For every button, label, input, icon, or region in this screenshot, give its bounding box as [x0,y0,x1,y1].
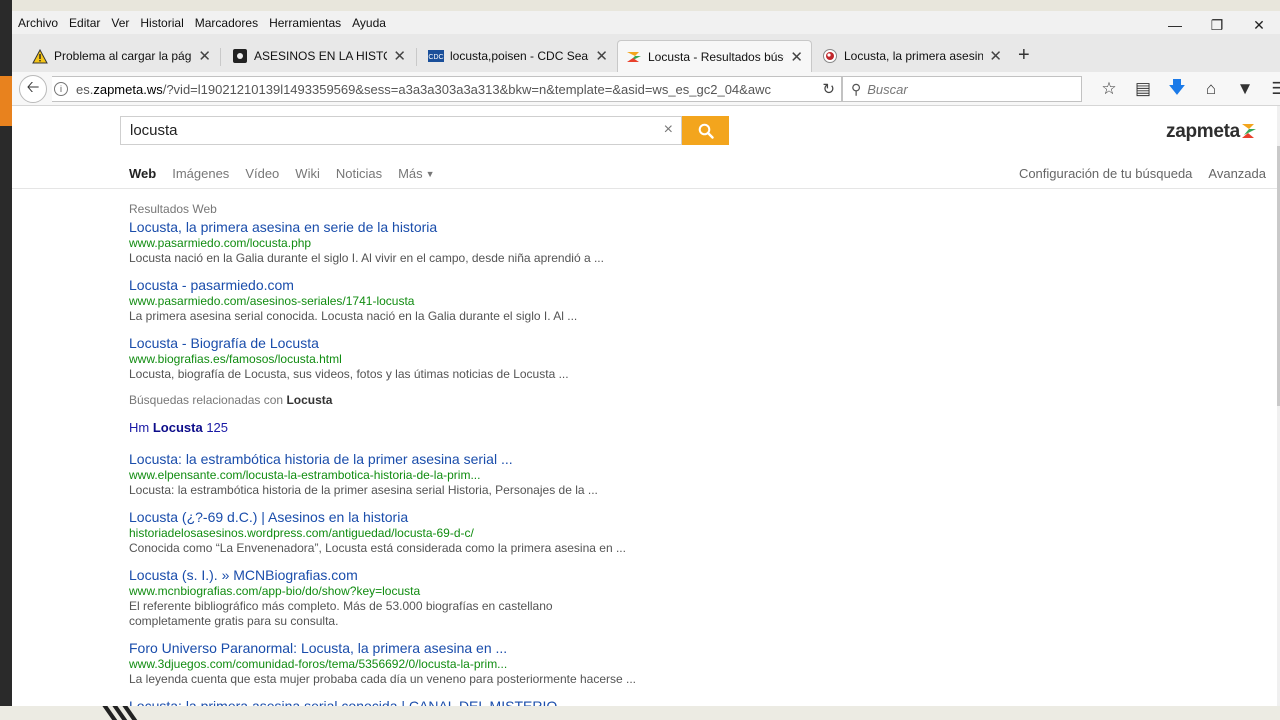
result-item: Locusta (¿?-69 d.C.) | Asesinos en la hi… [129,509,729,556]
tab-mas[interactable]: Más ▼ [398,166,434,181]
tab-noticias[interactable]: Noticias [336,166,382,181]
related-searches-label: Búsquedas relacionadas con Locusta [129,393,333,407]
menu-bar: Archivo Editar Ver Historial Marcadores … [12,11,1280,34]
pocket-icon[interactable]: ▼ [1228,79,1262,99]
result-title-link[interactable]: Foro Universo Paranormal: Locusta, la pr… [129,640,729,657]
back-arrow-icon[interactable]: 🡠 [19,75,47,103]
result-url[interactable]: historiadelosasesinos.wordpress.com/anti… [129,526,729,541]
caret-down-icon: ▼ [425,169,435,179]
new-tab-plus-icon[interactable]: + [1018,44,1030,67]
result-title-link[interactable]: Locusta: la primera asesina serial conoc… [129,698,729,706]
result-item: Foro Universo Paranormal: Locusta, la pr… [129,640,729,687]
result-item: Locusta (s. I.). » MCNBiografias.com www… [129,567,729,629]
close-tab-icon[interactable]: ✕ [595,47,608,65]
tab-bar: Problema al cargar la página ✕ ASESINOS … [12,34,1280,72]
browser-window: Archivo Editar Ver Historial Marcadores … [12,11,1280,706]
search-button[interactable] [682,116,729,145]
result-url[interactable]: www.3djuegos.com/comunidad-foros/tema/53… [129,657,729,672]
result-snippet: La primera asesina serial conocida. Locu… [129,309,578,323]
tab-separator [220,48,221,66]
result-item: Locusta - Biografía de Locusta www.biogr… [129,335,729,382]
result-url[interactable]: www.elpensante.com/locusta-la-estramboti… [129,468,729,483]
reload-icon[interactable]: ↻ [822,80,835,98]
result-title-link[interactable]: Locusta - Biografía de Locusta [129,335,729,352]
result-snippet: Locusta nació en la Galia durante el sig… [129,251,604,265]
close-tab-icon[interactable]: ✕ [790,48,803,66]
svg-text:CDC: CDC [428,54,443,61]
hamburger-menu-icon[interactable]: ☰ [1262,79,1280,99]
result-title-link[interactable]: Locusta: la estrambótica historia de la … [129,451,729,468]
result-url[interactable]: www.pasarmiedo.com/locusta.php [129,236,729,251]
tab-problema[interactable]: Problema al cargar la página ✕ [24,40,219,72]
menu-editar[interactable]: Editar [63,16,105,30]
slide-bottom-strip [0,706,1280,720]
info-icon[interactable]: i [54,82,68,96]
result-item: Locusta, la primera asesina en serie de … [129,219,729,266]
tab-web[interactable]: Web [129,166,156,181]
menu-archivo[interactable]: Archivo [12,16,63,30]
search-options: Configuración de tu búsqueda Avanzada [1003,166,1266,181]
result-title-link[interactable]: Locusta - pasarmiedo.com [129,277,729,294]
navigation-toolbar: 🡠 i es.zapmeta.ws/?vid=l19021210139l1493… [12,72,1280,106]
result-url[interactable]: www.pasarmiedo.com/asesinos-seriales/174… [129,294,729,309]
zapmeta-favicon-icon [626,49,642,65]
zapmeta-logo[interactable]: zapmeta [1166,121,1256,145]
result-item: Locusta: la estrambótica historia de la … [129,451,729,498]
result-snippet: Conocida como “La Envenenadora”, Locusta… [129,541,626,555]
result-snippet: Locusta, biografía de Locusta, sus video… [129,367,569,381]
warning-icon [32,48,48,64]
related-search-link[interactable]: Hm Locusta 125 [129,420,729,435]
url-text: es.zapmeta.ws/?vid=l19021210139l14933595… [76,81,771,97]
search-icon [698,123,714,139]
menu-historial[interactable]: Historial [134,16,188,30]
tab-locusta-primera[interactable]: Locusta, la primera asesina e ✕ [814,40,1010,72]
tab-locusta-resultados[interactable]: Locusta - Resultados búsqu ✕ [617,40,812,72]
result-title-link[interactable]: Locusta (s. I.). » MCNBiografias.com [129,567,729,584]
search-magnifier-icon: ⚲ [851,80,862,97]
site-favicon-icon [232,48,248,64]
tab-imagenes[interactable]: Imágenes [172,166,229,181]
menu-ver[interactable]: Ver [105,16,134,30]
cdc-favicon-icon: CDC [428,48,444,64]
download-arrow-icon[interactable]: 🡇 [1160,75,1194,104]
clear-search-icon[interactable]: × [664,121,673,139]
divider [12,188,1277,189]
tab-asesinos[interactable]: ASESINOS EN LA HISTORIA... ✕ [224,40,414,72]
tab-separator [416,48,417,66]
tab-cdc-search[interactable]: CDC locusta,poisen - CDC Search ✕ [420,40,616,72]
results-label: Resultados Web [129,202,217,216]
result-title-link[interactable]: Locusta, la primera asesina en serie de … [129,219,729,236]
search-settings-link[interactable]: Configuración de tu búsqueda [1019,166,1192,181]
tab-wiki[interactable]: Wiki [295,166,320,181]
result-url[interactable]: www.mcnbiografias.com/app-bio/do/show?ke… [129,584,729,599]
close-tab-icon[interactable]: ✕ [393,47,406,65]
slide-orange-accent [0,76,12,126]
site-favicon-icon [822,48,838,64]
advanced-search-link[interactable]: Avanzada [1208,166,1266,181]
result-snippet: El referente bibliográfico más completo.… [129,599,553,628]
home-icon[interactable]: ⌂ [1194,79,1228,99]
result-snippet: Locusta: la estrambótica historia de la … [129,483,598,497]
menu-herramientas[interactable]: Herramientas [263,16,346,30]
menu-marcadores[interactable]: Marcadores [189,16,263,30]
tab-video[interactable]: Vídeo [245,166,279,181]
result-snippet: La leyenda cuenta que esta mujer probaba… [129,672,637,686]
result-item: Locusta: la primera asesina serial conoc… [129,698,729,706]
bookmark-star-icon[interactable]: ☆ [1092,79,1126,99]
search-vertical-tabs: Web Imágenes Vídeo Wiki Noticias Más ▼ [129,166,451,181]
result-url[interactable]: www.biografias.es/famosos/locusta.html [129,352,729,367]
zapmeta-logo-mark-icon [1241,123,1256,145]
url-bar[interactable]: i es.zapmeta.ws/?vid=l19021210139l149335… [52,76,842,102]
toolbar-icons: ☆ ▤ 🡇 ⌂ ▼ ☰ [1092,72,1280,106]
results-list: Resultados Web Locusta, la primera asesi… [129,202,729,706]
result-title-link[interactable]: Locusta (¿?-69 d.C.) | Asesinos en la hi… [129,509,729,526]
result-item: Locusta - pasarmiedo.com www.pasarmiedo.… [129,277,729,324]
menu-ayuda[interactable]: Ayuda [346,16,391,30]
search-input[interactable]: locusta × [120,116,682,145]
web-page: locusta × zapmeta Web Imágenes Vídeo Wik… [12,106,1280,706]
close-tab-icon[interactable]: ✕ [198,47,211,65]
reading-list-icon[interactable]: ▤ [1126,79,1160,99]
close-tab-icon[interactable]: ✕ [989,47,1002,65]
browser-search-input[interactable]: ⚲ Buscar [842,76,1082,102]
